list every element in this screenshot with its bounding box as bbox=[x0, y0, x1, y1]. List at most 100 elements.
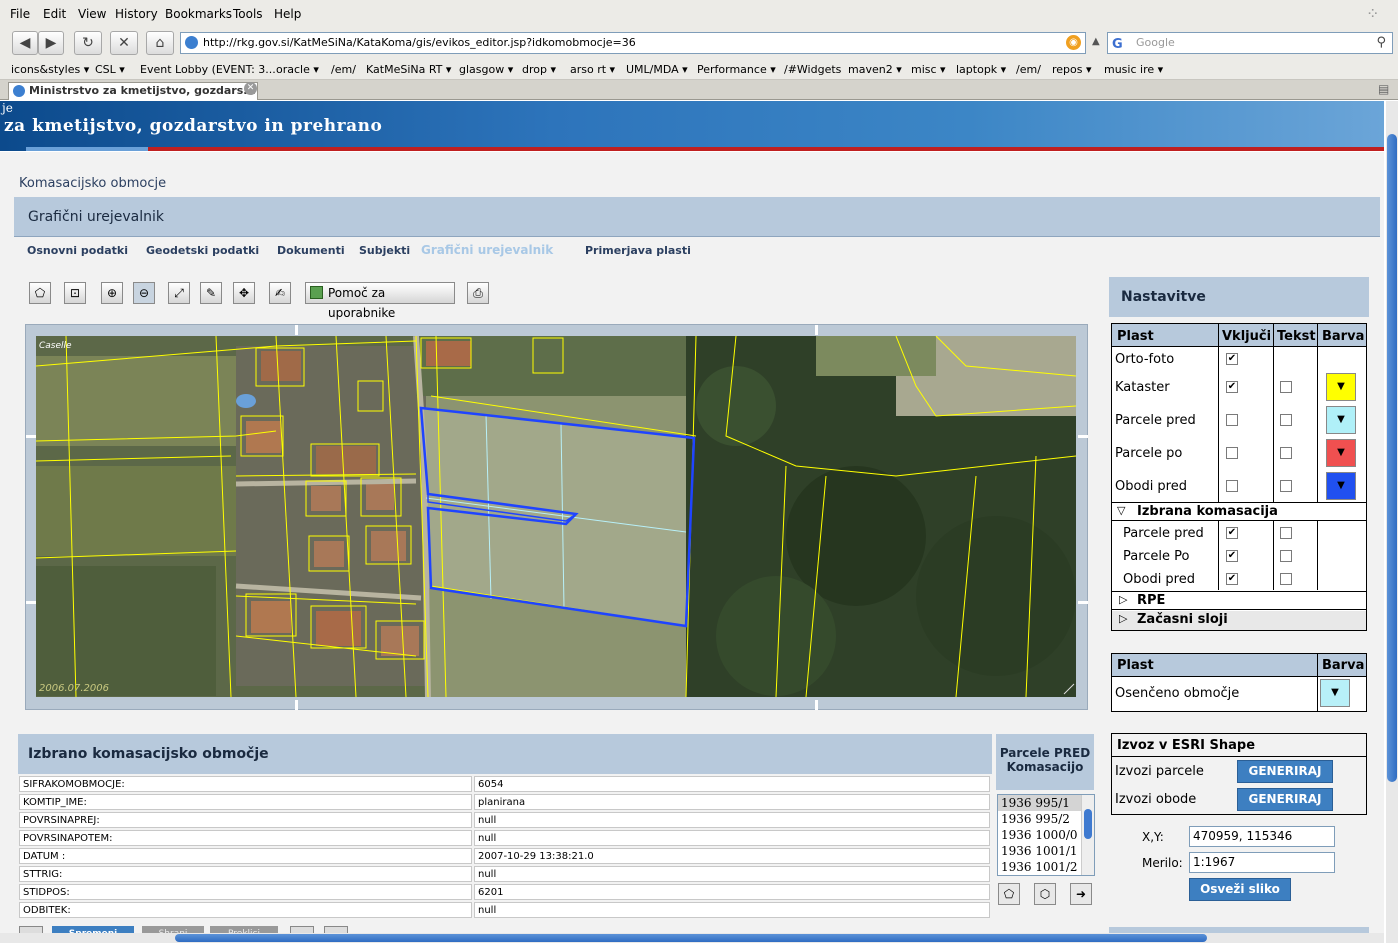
layer-visible-checkbox[interactable] bbox=[1226, 480, 1238, 492]
page-horizontal-scroll-thumb[interactable] bbox=[175, 934, 1207, 942]
pan-west-handle[interactable] bbox=[26, 601, 36, 604]
layer-text-checkbox[interactable] bbox=[1280, 550, 1292, 562]
generate-parcels-button[interactable]: GENERIRAJ bbox=[1237, 760, 1333, 783]
reload-button[interactable]: ↻ bbox=[74, 31, 102, 55]
rss-icon[interactable]: ◉ bbox=[1066, 35, 1081, 50]
bookmark-item[interactable]: repos ▾ bbox=[1052, 63, 1092, 76]
page-vertical-scroll-thumb[interactable] bbox=[1387, 134, 1397, 782]
layer-text-checkbox[interactable] bbox=[1280, 573, 1292, 585]
tab-dokumenti[interactable]: Dokumenti bbox=[277, 244, 345, 257]
zoom-in-button[interactable]: ⊕ bbox=[101, 282, 123, 304]
generate-borders-button[interactable]: GENERIRAJ bbox=[1237, 788, 1333, 811]
home-button[interactable]: ⌂ bbox=[146, 31, 174, 55]
orthophoto-map[interactable]: Caselle 2006.07.2006 bbox=[36, 336, 1076, 697]
zoom-out-button[interactable]: ⊖ bbox=[133, 282, 155, 304]
refresh-map-button[interactable]: Osveži sliko bbox=[1189, 878, 1291, 901]
list-tabs-icon[interactable]: ▤ bbox=[1378, 82, 1389, 96]
map-canvas[interactable]: Caselle 2006.07.2006 bbox=[36, 336, 1076, 697]
menu-tools[interactable]: Tools bbox=[233, 7, 263, 21]
pan-north-handle[interactable] bbox=[295, 325, 298, 335]
select-tool-button[interactable]: ⬠ bbox=[29, 282, 51, 304]
color-picker-cyan[interactable]: ▼ bbox=[1326, 406, 1356, 434]
parcels-listbox[interactable]: 1936 995/1 1936 995/2 1936 1000/0 1936 1… bbox=[997, 794, 1095, 876]
layer-visible-checkbox[interactable] bbox=[1226, 447, 1238, 459]
bookmark-item[interactable]: UML/MDA ▾ bbox=[626, 63, 688, 76]
listbox-scroll-thumb[interactable] bbox=[1084, 809, 1092, 839]
bookmark-item[interactable]: /em/ bbox=[331, 63, 356, 76]
browser-tab[interactable]: Ministrstvo za kmetijstvo, gozdars... bbox=[8, 82, 258, 100]
pan-east-handle[interactable] bbox=[1078, 601, 1088, 604]
bookmark-item[interactable]: misc ▾ bbox=[911, 63, 946, 76]
layer-text-checkbox[interactable] bbox=[1280, 381, 1292, 393]
layer-text-checkbox[interactable] bbox=[1280, 480, 1292, 492]
pan-button[interactable]: ✥ bbox=[233, 282, 255, 304]
zoom-box-button[interactable]: ⊡ bbox=[64, 282, 86, 304]
layer-visible-checkbox[interactable]: ✔ bbox=[1226, 381, 1238, 393]
color-picker-shade[interactable]: ▼ bbox=[1320, 679, 1350, 707]
bookmark-item[interactable]: music ire ▾ bbox=[1104, 63, 1163, 76]
back-button[interactable]: ◀ bbox=[12, 31, 38, 55]
tab-close-icon[interactable]: ✕ bbox=[244, 82, 257, 95]
identify-button[interactable]: ✍ bbox=[269, 282, 291, 304]
scale-input[interactable]: 1:1967 bbox=[1189, 852, 1335, 873]
layer-text-checkbox[interactable] bbox=[1280, 447, 1292, 459]
bookmark-item[interactable]: arso rt ▾ bbox=[570, 63, 615, 76]
layer-visible-checkbox[interactable]: ✔ bbox=[1226, 353, 1238, 365]
search-icon[interactable]: ⚲ bbox=[1376, 33, 1386, 53]
search-input[interactable]: G Google ⚲ bbox=[1107, 32, 1393, 54]
layer-visible-checkbox[interactable]: ✔ bbox=[1226, 550, 1238, 562]
layer-visible-checkbox[interactable]: ✔ bbox=[1226, 527, 1238, 539]
parcel-item[interactable]: 1936 1001/1 bbox=[998, 843, 1094, 859]
bookmark-item[interactable]: KatMeSiNa RT ▾ bbox=[366, 63, 451, 76]
edit-parcel-button[interactable]: ⬡ bbox=[1034, 883, 1056, 905]
tab-osnovni-podatki[interactable]: Osnovni podatki bbox=[27, 244, 128, 257]
menu-history[interactable]: History bbox=[115, 7, 158, 21]
bookmark-item[interactable]: Performance ▾ bbox=[697, 63, 776, 76]
color-picker-red[interactable]: ▼ bbox=[1326, 439, 1356, 467]
bookmark-item[interactable]: /em/ bbox=[1016, 63, 1041, 76]
parcel-item[interactable]: 1936 995/1 bbox=[998, 795, 1094, 811]
menu-view[interactable]: View bbox=[78, 7, 106, 21]
tab-primerjava-plasti[interactable]: Primerjava plasti bbox=[585, 244, 691, 257]
bookmark-item[interactable]: icons&styles ▾ bbox=[11, 63, 89, 76]
layer-visible-checkbox[interactable] bbox=[1226, 414, 1238, 426]
group-zacasni-sloji[interactable]: ▷ Začasni sloji bbox=[1112, 611, 1366, 630]
listbox-scrollbar[interactable] bbox=[1081, 795, 1094, 875]
bookmark-item[interactable]: maven2 ▾ bbox=[848, 63, 902, 76]
bookmark-item[interactable]: oracle ▾ bbox=[276, 63, 319, 76]
pan-east-handle[interactable] bbox=[1078, 435, 1088, 438]
parcel-item[interactable]: 1936 995/2 bbox=[998, 811, 1094, 827]
help-button[interactable]: Pomoč za uporabnike bbox=[305, 282, 455, 320]
group-rpe[interactable]: ▷ RPE bbox=[1112, 591, 1366, 610]
color-picker-yellow[interactable]: ▼ bbox=[1326, 373, 1356, 401]
layer-visible-checkbox[interactable]: ✔ bbox=[1226, 573, 1238, 585]
pan-south-handle[interactable] bbox=[295, 700, 298, 710]
pan-west-handle[interactable] bbox=[26, 435, 36, 438]
layer-text-checkbox[interactable] bbox=[1280, 527, 1292, 539]
dropdown-icon[interactable]: ▲ bbox=[1092, 36, 1100, 47]
menu-edit[interactable]: Edit bbox=[43, 7, 66, 21]
print-button[interactable]: ⎙ bbox=[467, 282, 489, 304]
url-bar[interactable]: http://rkg.gov.si/KatMeSiNa/KataKoma/gis… bbox=[180, 32, 1086, 54]
bookmark-item[interactable]: glasgow ▾ bbox=[459, 63, 513, 76]
tab-subjekti[interactable]: Subjekti bbox=[359, 244, 410, 257]
xy-input[interactable]: 470959, 115346 bbox=[1189, 826, 1335, 847]
menu-file[interactable]: File bbox=[10, 7, 30, 21]
color-picker-blue[interactable]: ▼ bbox=[1326, 472, 1356, 500]
pan-north-handle[interactable] bbox=[815, 325, 818, 335]
group-izbrana-komasacija[interactable]: ▽ Izbrana komasacija bbox=[1112, 502, 1366, 521]
parcel-item[interactable]: 1936 1001/2 bbox=[998, 859, 1094, 875]
bookmark-item[interactable]: CSL ▾ bbox=[95, 63, 125, 76]
stop-button[interactable]: ✕ bbox=[110, 31, 138, 55]
layer-text-checkbox[interactable] bbox=[1280, 414, 1292, 426]
pan-south-handle[interactable] bbox=[815, 700, 818, 710]
zoom-extent-button[interactable]: ⤢ bbox=[168, 282, 190, 304]
menu-bookmarks[interactable]: Bookmarks bbox=[165, 7, 232, 21]
select-parcel-button[interactable]: ⬠ bbox=[998, 883, 1020, 905]
bookmark-item[interactable]: laptopk ▾ bbox=[956, 63, 1006, 76]
next-parcel-button[interactable]: ➜ bbox=[1070, 883, 1092, 905]
tab-graficni-urejevalnik[interactable]: Grafični urejevalnik bbox=[421, 243, 553, 257]
menu-help[interactable]: Help bbox=[274, 7, 301, 21]
measure-button[interactable]: ✎ bbox=[200, 282, 222, 304]
bookmark-item[interactable]: /#Widgets bbox=[784, 63, 841, 76]
